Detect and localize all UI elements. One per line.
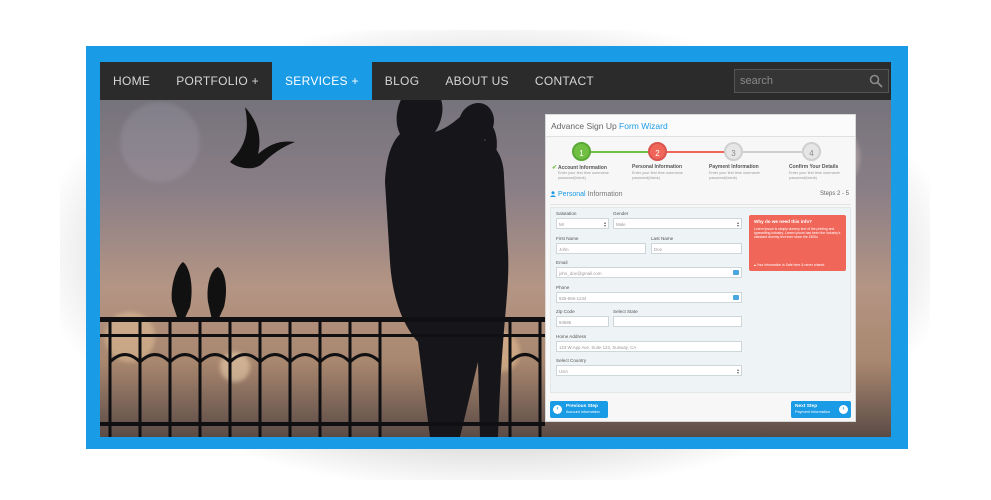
email-icon <box>733 270 739 275</box>
info-note-text: Your information is Safe here & never sh… <box>756 263 826 267</box>
nav-services[interactable]: SERVICES + <box>271 62 372 100</box>
step-2-desc: Enter your first time username password(… <box>632 171 683 180</box>
info-callout: Why do we need this info? Lorem Ipsum is… <box>749 215 846 271</box>
nav-portfolio[interactable]: PORTFOLIO + <box>163 62 272 100</box>
info-note: 🔒︎ Your information is Safe here & never… <box>754 263 825 267</box>
last-name-input[interactable]: Doe <box>651 243 742 254</box>
step-connector <box>658 151 734 153</box>
search-input[interactable] <box>735 70 865 92</box>
step-2-circle[interactable]: 2 <box>648 142 667 161</box>
wizard-title: Advance Sign Up Form Wizard <box>546 115 855 137</box>
gender-select[interactable]: Male ▴ ▾ <box>613 218 742 229</box>
country-label: Select Country <box>556 358 587 363</box>
phone-icon <box>733 295 739 300</box>
nav-home[interactable]: HOME <box>100 62 163 100</box>
next-step-sub: Payment Information <box>795 410 831 414</box>
previous-step-sub: Account Information <box>566 410 600 414</box>
info-text: Lorem Ipsum is simply dummy text of the … <box>754 227 841 240</box>
state-select[interactable] <box>613 316 742 327</box>
step-3-desc: Enter your first time username password(… <box>709 171 760 180</box>
salutation-value: Mr <box>559 222 565 227</box>
section-heading-accent: Personal <box>557 191 586 198</box>
info-title: Why do we need this info? <box>754 219 812 224</box>
phone-value: 925-555-1234 <box>559 296 587 301</box>
arrow-right-icon: › <box>839 405 848 414</box>
previous-step-button[interactable]: ‹ Previous Step Account Information <box>550 401 608 418</box>
phone-label: Phone <box>556 285 570 290</box>
select-caret-icon: ▴ ▾ <box>736 220 739 228</box>
address-input[interactable]: 123 W.App Ave. Suite 123, Sunway, CA <box>556 341 742 352</box>
step-4-circle[interactable]: 4 <box>802 142 821 161</box>
step-1-label: ✔Account Information <box>552 164 607 171</box>
next-step-label: Next Step <box>795 404 818 409</box>
railing-top <box>100 317 545 322</box>
zip-input[interactable]: 94586 <box>556 316 609 327</box>
select-caret-icon: ▴ ▾ <box>736 367 739 375</box>
country-select[interactable]: USA ▴ ▾ <box>556 365 742 376</box>
section-heading-rest: Information <box>585 191 623 198</box>
step-1-circle[interactable]: 1 <box>572 142 591 161</box>
salutation-select[interactable]: Mr ▴ ▾ <box>556 218 609 229</box>
top-nav: HOME PORTFOLIO + SERVICES + BLOG ABOUT U… <box>100 62 891 100</box>
railing-mid <box>100 334 545 337</box>
next-step-button[interactable]: Next Step Payment Information › <box>791 401 851 418</box>
step-3-label: Payment Information <box>709 164 759 170</box>
email-value: john_doe@gmail.com <box>559 271 602 276</box>
website-screen: HOME PORTFOLIO + SERVICES + BLOG ABOUT U… <box>100 62 891 437</box>
section-heading: Personal Information Steps 2 - 5 <box>550 191 851 205</box>
perched-bird-silhouette <box>171 262 192 320</box>
step-2-label: Personal Information <box>632 164 683 170</box>
step-4-label: Confirm Your Details <box>789 164 839 170</box>
flying-bird-silhouette <box>230 107 295 169</box>
address-label: Home Address <box>556 334 587 339</box>
signup-wizard-panel: Advance Sign Up Form Wizard 1 2 3 4 ✔Acc… <box>545 114 856 422</box>
step-4-desc: Enter your first time username password(… <box>789 171 840 180</box>
perched-bird-silhouette <box>207 267 226 320</box>
email-label: Email <box>556 260 568 265</box>
gender-label: Gender <box>613 211 629 216</box>
email-input[interactable]: john_doe@gmail.com <box>556 267 742 278</box>
first-name-input[interactable]: John <box>556 243 646 254</box>
nav-contact[interactable]: CONTACT <box>522 62 607 100</box>
step-connector <box>734 151 812 153</box>
nav-blog[interactable]: BLOG <box>372 62 433 100</box>
search-icon[interactable] <box>869 74 883 88</box>
phone-input[interactable]: 925-555-1234 <box>556 292 742 303</box>
previous-step-label: Previous Step <box>566 404 598 409</box>
gender-value: Male <box>616 222 626 227</box>
personal-info-form: Salutation Mr ▴ ▾ Gender Male ▴ ▾ First Name… <box>550 207 851 393</box>
step-3-circle[interactable]: 3 <box>724 142 743 161</box>
wizard-title-prefix: Advance Sign Up <box>551 121 620 131</box>
arrow-left-icon: ‹ <box>553 405 562 414</box>
step-1-desc: Enter your first time username password(… <box>558 171 609 180</box>
wizard-title-accent: Form Wizard <box>619 121 668 131</box>
state-label: Select State <box>613 309 638 314</box>
salutation-label: Salutation <box>556 211 577 216</box>
nav-about-us[interactable]: ABOUT US <box>432 62 522 100</box>
country-value: USA <box>559 369 569 374</box>
first-name-label: First Name <box>556 236 579 241</box>
lock-icon: 🔒︎ <box>754 263 756 267</box>
stage: HOME PORTFOLIO + SERVICES + BLOG ABOUT U… <box>0 0 991 500</box>
last-name-label: Last Name <box>651 236 674 241</box>
steps-count: Steps 2 - 5 <box>819 191 849 197</box>
wizard-steps: 1 2 3 4 ✔Account Information Personal In… <box>546 139 855 191</box>
zip-label: Zip Code <box>556 309 575 314</box>
user-icon <box>550 191 556 197</box>
select-caret-icon: ▴ ▾ <box>603 220 606 228</box>
railing-bottom <box>100 422 545 426</box>
search-box <box>734 69 889 93</box>
step-connector <box>582 151 658 153</box>
check-icon: ✔ <box>552 165 558 171</box>
